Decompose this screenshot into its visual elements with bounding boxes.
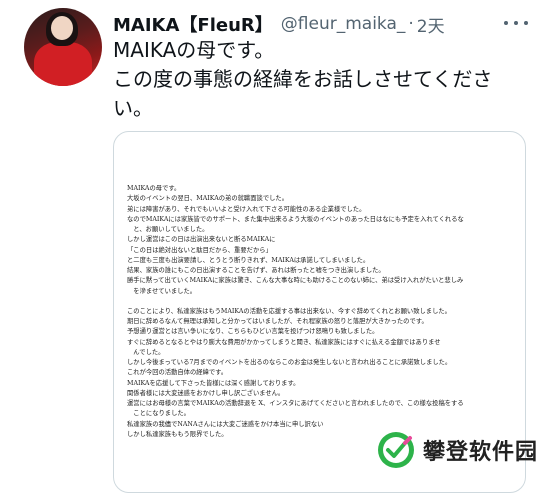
tweet-time[interactable]: 2天 [417, 12, 445, 37]
document-line: と二度も三度も出演要請し、とうとう断りきれず、MAIKAは承諾してしまいました。 [127, 256, 370, 264]
display-name[interactable]: MAIKA【FleuR】 [113, 11, 273, 37]
avatar-dress [34, 42, 92, 86]
statement-document: MAIKAの母です。大坂のイベントの翌日、MAIKAの弟の就職面談でした。弟には… [127, 184, 517, 440]
document-line: 予想通り運営とは言い争いになり、こちらもひどい言葉を投げつけ怒鳴りも致しました。 [127, 328, 379, 336]
document-line: なのでMAIKAには家族皆でのサポート、また集中出来るよう大坂のイベントのあった… [127, 215, 464, 223]
document-line: これが今回の活動自体の経緯です。 [127, 369, 228, 377]
tweet-line: MAIKAの母です。 [113, 38, 275, 62]
document-line: MAIKAを応援して下さった皆様には深く感謝しております。 [127, 379, 300, 387]
document-line: しかし今後まっている7月までのイベントを出るのならこのお金は発生しないと言われ出… [127, 359, 452, 366]
site-watermark: 攀登软件园 [377, 430, 538, 470]
user-handle[interactable]: @fleur_maika_ [281, 14, 406, 34]
document-line: 弟には障害があり、それでもいいよと受け入れて下さる可能性のある企業様でした。 [127, 205, 366, 213]
document-line: しかし運営はこの日は出演出来ないと断るMAIKAに [127, 236, 276, 244]
watermark-text: 攀登软件园 [422, 440, 538, 465]
tweet-line: この度の事態の経緯をお話しさせてくださ [113, 67, 493, 91]
document-line: 勝手に黙って出ていくMAIKAに家族は驚き、こんな大事な時にも助けることのない姉… [127, 277, 464, 285]
more-options-icon[interactable] [504, 12, 528, 34]
separator-dot: · [408, 14, 414, 34]
avatar-face [51, 16, 73, 40]
document-line: 私達家族の我儘でNANAさんには大変ご迷惑をかけ本当に申し訳ない [127, 420, 324, 428]
document-line: 「この日は絶対出ないと駄目だから、重要だから」 [127, 246, 272, 254]
document-line: 期日に辞めるなんて無理は承知しと分かってはいましたが、それ程家族の怒りと落胆が大… [127, 318, 428, 325]
document-part-2: このことにより、私達家族はもうMAIKAの活動を応援する事は出来ない、今すぐ辞め… [127, 307, 517, 440]
document-line: と、お願いしていました。 [127, 226, 209, 233]
document-line: んでした。 [127, 348, 165, 356]
document-part-1: MAIKAの母です。大坂のイベントの翌日、MAIKAの弟の就職面談でした。弟には… [127, 184, 517, 297]
tweet-line: い。 [113, 96, 153, 120]
document-line: 関係者様には大変迷惑をおかけし申し訳ございません。 [127, 389, 285, 397]
document-line: MAIKAの母です。 [127, 185, 181, 192]
checkmark-logo-icon [377, 431, 415, 469]
avatar[interactable] [24, 8, 102, 86]
document-line: を滲ませていました。 [127, 287, 197, 295]
document-line: すぐに辞めるとなるとやはり膨大な費用がかかってしまうと聞き、私達家族にはすぐに払… [127, 338, 441, 346]
document-line: このことにより、私達家族はもうMAIKAの活動を応援する事は出来ない、今すぐ辞め… [127, 307, 451, 315]
tweet-text: MAIKAの母です。 この度の事態の経緯をお話しさせてくださ い。 [113, 36, 533, 123]
tweet-header: MAIKA【FleuR】 @fleur_maika_ · 2天 [113, 11, 445, 37]
document-line: 大坂のイベントの翌日、MAIKAの弟の就職面談でした。 [127, 195, 289, 203]
document-line: 結果、家族の誰にもこの日出演することを告げず、あれは断ったと嘘をつき出演しました… [127, 267, 385, 274]
document-line: ことになりました。 [127, 410, 190, 418]
document-line: 運営にはお母様の言葉でMAIKAの活動辞退を X、インスタにあげてくださいと言わ… [127, 400, 464, 407]
